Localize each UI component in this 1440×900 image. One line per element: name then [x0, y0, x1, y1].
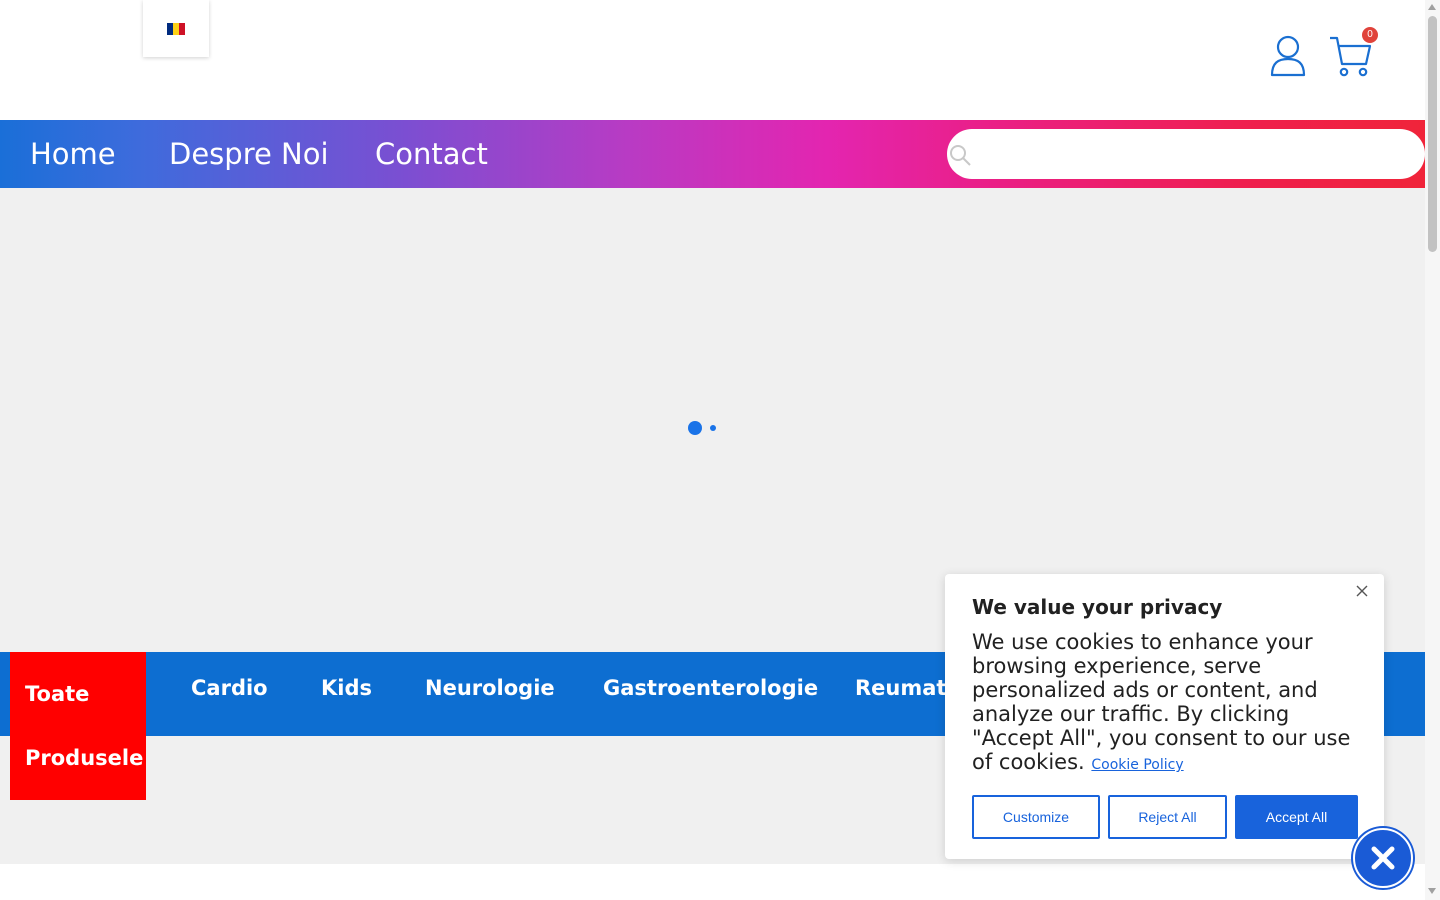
cart-count-badge: 0	[1362, 27, 1378, 43]
main-navbar: Home Despre Noi Contact	[0, 120, 1425, 188]
customize-button[interactable]: Customize	[972, 795, 1100, 839]
scroll-up-arrow-icon[interactable]	[1428, 4, 1436, 10]
category-neurologie[interactable]: Neurologie	[425, 676, 555, 700]
page-scrollbar[interactable]	[1425, 0, 1440, 900]
romania-flag-icon	[167, 22, 185, 35]
nav-home[interactable]: Home	[30, 136, 116, 172]
search-input[interactable]	[983, 129, 1407, 181]
category-gastroenterologie[interactable]: Gastroenterologie	[603, 676, 818, 700]
close-icon[interactable]	[1354, 584, 1370, 600]
cart-button[interactable]: 0	[1328, 27, 1378, 78]
cookie-description: We use cookies to enhance your browsing …	[972, 630, 1364, 777]
account-button[interactable]	[1266, 34, 1310, 78]
nav-despre-noi[interactable]: Despre Noi	[169, 136, 329, 172]
loading-dot-large	[688, 421, 702, 435]
user-icon	[1270, 35, 1306, 77]
cookie-policy-link[interactable]: Cookie Policy	[1091, 757, 1183, 773]
cookie-title: We value your privacy	[972, 595, 1223, 619]
category-cardio[interactable]: Cardio	[191, 676, 268, 700]
search-icon	[950, 145, 971, 166]
floating-close-button[interactable]	[1353, 828, 1413, 888]
cookie-body-text: We use cookies to enhance your browsing …	[972, 630, 1351, 774]
category-kids[interactable]: Kids	[321, 676, 372, 700]
header-icons: 0	[1266, 27, 1378, 78]
reject-all-button[interactable]: Reject All	[1108, 795, 1227, 839]
search-box	[947, 129, 1425, 181]
scrollbar-thumb[interactable]	[1428, 16, 1437, 252]
category-all-products[interactable]: Toate Produsele	[10, 652, 146, 800]
accept-all-button[interactable]: Accept All	[1235, 795, 1358, 839]
cookie-consent-banner: We value your privacy We use cookies to …	[945, 574, 1384, 859]
scroll-down-arrow-icon[interactable]	[1428, 888, 1436, 894]
nav-contact[interactable]: Contact	[375, 136, 488, 172]
loading-dot-small	[710, 425, 716, 431]
category-all-line2: Produsele	[25, 746, 144, 770]
language-switcher[interactable]	[143, 0, 209, 57]
category-all-line1: Toate	[25, 682, 90, 706]
close-icon	[1371, 846, 1395, 870]
